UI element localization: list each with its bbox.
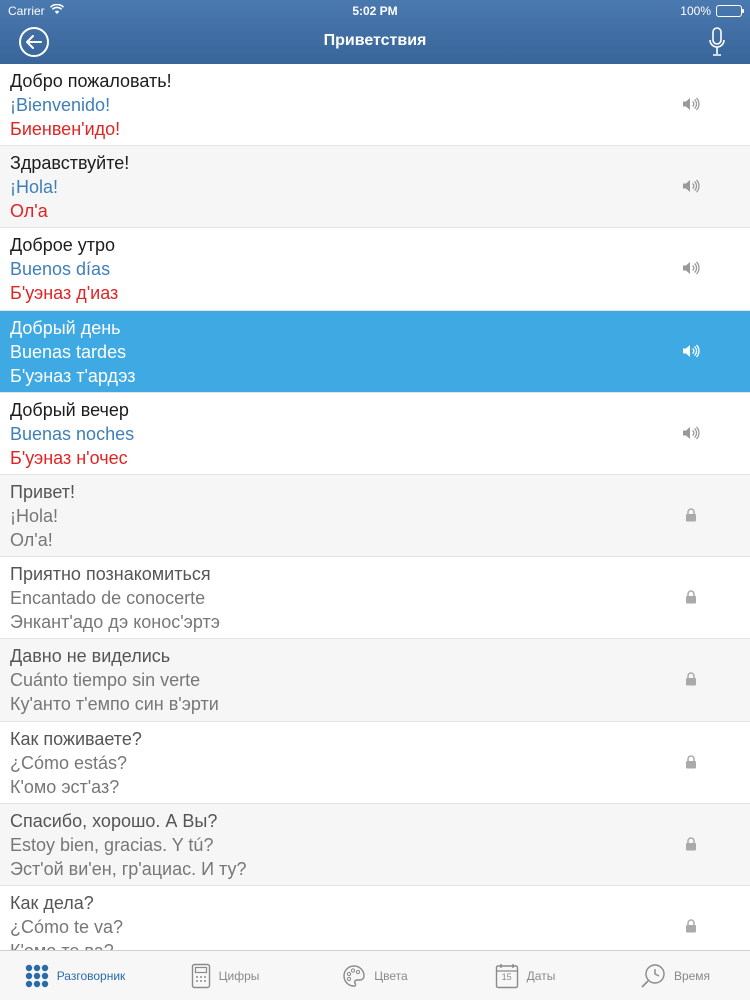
calendar-icon: 15 [495, 963, 519, 989]
spanish-phrase: Encantado de conocerte [10, 588, 206, 609]
lock-icon [682, 671, 700, 687]
tab-bar: Разговорник Цифры Цвета 15 Даты Время [0, 950, 750, 1000]
grid-icon [25, 964, 49, 988]
phrase-row[interactable]: Спасибо, хорошо. А Вы? Estoy bien, graci… [0, 803, 750, 886]
spanish-phrase: ¿Cómo estás? [10, 752, 128, 773]
calendar-day: 15 [501, 971, 512, 982]
russian-phrase: Как дела? [10, 892, 94, 913]
spanish-phrase: ¡Hola! [10, 505, 59, 526]
speaker-icon[interactable] [682, 425, 700, 441]
phrase-row[interactable]: Давно не виделись Cuánto tiempo sin vert… [0, 639, 750, 722]
transcription: Биенвен'идо! [10, 119, 121, 139]
transcription: Б'уэназ д'иаз [10, 283, 119, 304]
lock-icon [682, 507, 700, 523]
spanish-phrase: Cuánto tiempo sin verte [10, 670, 201, 691]
battery-icon [716, 5, 744, 17]
transcription: К'омо те ва? [10, 939, 750, 950]
speaker-icon[interactable] [682, 343, 700, 359]
lock-icon [682, 836, 700, 852]
phrase-row[interactable]: Приятно познакомиться Encantado de conoc… [0, 557, 750, 640]
russian-phrase: Привет! [10, 481, 76, 502]
tab-label: Даты [526, 968, 556, 983]
battery-percent: 100% [680, 4, 711, 18]
tab-palette[interactable]: Цвета [300, 951, 450, 1000]
phrase-list: Добро пожаловать! ¡Bienvenido! Биенвен'и… [0, 64, 750, 950]
lock-icon [682, 754, 700, 770]
phrase-row[interactable]: Добро пожаловать! ¡Bienvenido! Биенвен'и… [0, 64, 750, 147]
tab-grid[interactable]: Разговорник [0, 951, 150, 1000]
tab-label: Цифры [218, 968, 260, 983]
clock-icon [640, 963, 666, 989]
spanish-phrase: Buenas noches [10, 423, 135, 444]
phrase-row[interactable]: Привет! ¡Hola! Ол'а! [0, 474, 750, 558]
tab-label: Разговорник [56, 968, 126, 983]
russian-phrase: Добрый день [10, 317, 121, 338]
transcription: Б'уэназ т'ардэз [10, 365, 136, 386]
tab-label: Время [673, 968, 711, 983]
transcription: Энкант'адо дэ конос'эртэ [10, 612, 220, 633]
phrase-row[interactable]: Добрый день Buenas tardes Б'уэназ т'ардэ… [0, 310, 750, 393]
russian-phrase: Как поживаете? [10, 728, 142, 749]
spanish-phrase: Buenos días [10, 259, 111, 280]
transcription: Ку'анто т'емпо син в'эрти [10, 694, 219, 715]
status-time: 5:02 PM [352, 4, 398, 18]
russian-phrase: Спасибо, хорошо. А Вы? [10, 810, 218, 831]
russian-phrase: Здравствуйте! [10, 153, 130, 174]
speaker-icon[interactable] [682, 260, 700, 276]
spanish-phrase: ¡Bienvenido! [10, 95, 111, 115]
phrase-row[interactable]: Как дела? ¿Cómo te va? К'омо те ва? [0, 885, 750, 950]
phrase-row[interactable]: Как поживаете? ¿Cómo estás? К'омо эст'аз… [0, 721, 750, 804]
palette-icon [342, 964, 366, 988]
tab-label: Цвета [374, 968, 408, 983]
speaker-icon[interactable] [682, 96, 700, 112]
phrase-row[interactable]: Доброе утро Buenos días Б'уэназ д'иаз [0, 228, 750, 311]
microphone-button[interactable] [708, 27, 726, 57]
tab-calculator[interactable]: Цифры [150, 951, 300, 1000]
transcription: Эст'ой ви'ен, гр'ациас. И ту? [10, 858, 247, 879]
phrase-row[interactable]: Здравствуйте! ¡Hola! Ол'а [0, 146, 750, 229]
russian-phrase: Добрый вечер [10, 399, 129, 420]
russian-phrase: Приятно познакомиться [10, 564, 211, 585]
spanish-phrase: ¿Cómo te va? [10, 916, 124, 937]
spanish-phrase: Estoy bien, gracias. Y tú? [10, 834, 214, 855]
russian-phrase: Добро пожаловать! [10, 71, 172, 91]
page-title: Приветствия [323, 32, 427, 49]
navigation-bar: Carrier 5:02 PM 100% Приветствия [0, 0, 750, 64]
lock-icon [682, 589, 700, 605]
transcription: Б'уэназ н'очес [10, 447, 128, 468]
speaker-icon[interactable] [682, 178, 700, 194]
tab-calendar[interactable]: 15 Даты [450, 951, 600, 1000]
spanish-phrase: ¡Hola! [10, 177, 59, 198]
phrase-row[interactable]: Добрый вечер Buenas noches Б'уэназ н'оче… [0, 392, 750, 475]
lock-icon [682, 918, 700, 934]
russian-phrase: Доброе утро [10, 235, 116, 256]
tab-clock[interactable]: Время [600, 951, 750, 1000]
russian-phrase: Давно не виделись [10, 646, 171, 667]
microphone-icon [709, 27, 725, 56]
spanish-phrase: Buenas tardes [10, 341, 127, 362]
calculator-icon [191, 963, 211, 989]
status-bar: Carrier 5:02 PM 100% [0, 0, 750, 22]
transcription: Ол'а [10, 201, 48, 222]
transcription: К'омо эст'аз? [10, 776, 120, 797]
transcription: Ол'а! [10, 529, 53, 550]
